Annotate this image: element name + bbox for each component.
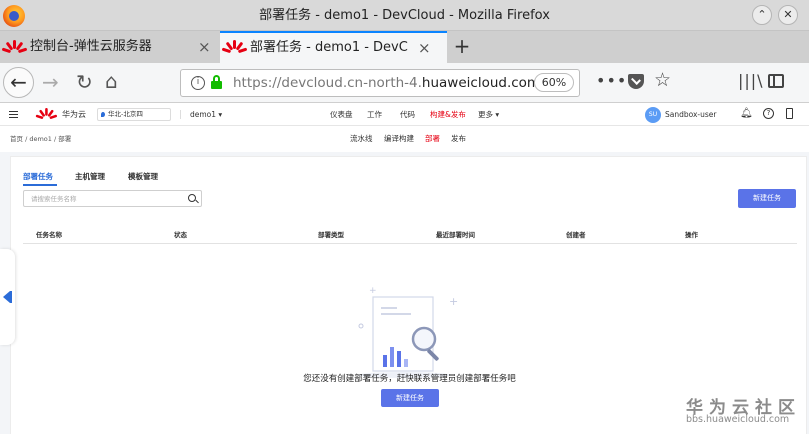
column-task-name[interactable]: 任务名称 — [36, 227, 62, 244]
huawei-cloud-logo[interactable] — [35, 107, 58, 123]
huawei-logo-icon — [221, 40, 248, 54]
firefox-window: 部署任务 - demo1 - DevCloud - Mozilla Firefo… — [0, 0, 809, 434]
bookmark-star-icon[interactable]: ☆ — [654, 69, 671, 91]
huawei-logo-icon — [35, 108, 58, 120]
home-button[interactable]: ⌂ — [105, 69, 118, 93]
column-creator[interactable]: 创建者 — [566, 227, 586, 244]
search-box — [23, 190, 202, 207]
table-header: 任务名称 状态 部署类型 最近部署时间 创建者 操作 — [23, 227, 797, 244]
svg-text:+: + — [449, 295, 458, 308]
bell-icon[interactable]: 🔔︎ — [740, 108, 753, 120]
avatar[interactable]: SU — [645, 107, 661, 123]
tab-close-icon[interactable]: × — [198, 31, 211, 63]
column-last-deploy-time[interactable]: 最近部署时间 — [436, 227, 475, 244]
tab-label: 部署任务 - demo1 - DevCloud — [250, 40, 408, 55]
url-bar[interactable]: i https://devcloud.cn-north-4.huaweiclou… — [180, 69, 580, 97]
window-titlebar: 部署任务 - demo1 - DevCloud - Mozilla Firefo… — [0, 0, 809, 31]
back-button[interactable]: ← — [3, 67, 34, 98]
subnav-pipeline[interactable]: 流水线 — [350, 126, 373, 152]
lock-icon[interactable] — [211, 75, 222, 89]
tab-label: 控制台-弹性云服务器 — [30, 39, 152, 54]
brand-name: 华为云 — [62, 110, 86, 119]
column-actions[interactable]: 操作 — [685, 227, 698, 244]
username[interactable]: Sandbox-user — [665, 104, 717, 125]
region-selector[interactable]: 华北-北京四 — [97, 108, 171, 121]
window-title: 部署任务 - demo1 - DevCloud - Mozilla Firefo… — [259, 8, 550, 23]
nav-code[interactable]: 代码 — [400, 104, 415, 125]
maximize-icon[interactable]: ⌃ — [752, 5, 772, 25]
tab-host-management[interactable]: 主机管理 — [75, 171, 105, 182]
help-icon[interactable]: ? — [763, 108, 774, 119]
mobile-icon[interactable] — [786, 108, 793, 119]
devcloud-header: 华为云 华北-北京四 demo1 ▾ 仪表盘 工作 代码 构建&发布 更多 ▾ … — [0, 104, 809, 126]
close-window-icon[interactable]: ✕ — [778, 5, 798, 25]
reload-button[interactable]: ↻ — [76, 70, 93, 94]
column-deploy-type[interactable]: 部署类型 — [318, 227, 344, 244]
empty-state-illustration-icon: + + — [358, 286, 458, 378]
nav-build-release[interactable]: 构建&发布 — [430, 104, 466, 125]
page-actions-icon[interactable]: ••• — [596, 71, 627, 90]
menu-icon[interactable] — [9, 111, 18, 118]
url-text[interactable]: https://devcloud.cn-north-4.huaweicloud.… — [233, 70, 540, 96]
subnav-release[interactable]: 发布 — [451, 126, 466, 152]
project-selector[interactable]: demo1 ▾ — [190, 104, 222, 125]
header-divider — [180, 110, 181, 119]
new-task-button[interactable]: 新建任务 — [738, 189, 796, 208]
tab-ecs-console[interactable]: 控制台-弹性云服务器 × — [0, 31, 220, 63]
column-status[interactable]: 状态 — [174, 227, 187, 244]
library-icon[interactable]: |||\ — [738, 71, 764, 90]
sidebar-icon[interactable] — [768, 74, 784, 88]
empty-state-message: 您还没有创建部署任务，赶快联系管理员创建部署任务吧 — [303, 374, 516, 384]
active-tab-underline — [23, 184, 57, 186]
tab-deploy-task[interactable]: 部署任务 - demo1 - DevCloud × — [220, 31, 447, 63]
tab-deploy-tasks[interactable]: 部署任务 — [23, 171, 53, 182]
search-input[interactable] — [24, 191, 184, 206]
navigation-toolbar: ← → ↻ ⌂ i https://devcloud.cn-north-4.hu… — [0, 63, 809, 103]
forward-button[interactable]: → — [42, 70, 59, 94]
subnav-build[interactable]: 编译构建 — [384, 126, 414, 152]
zoom-level[interactable]: 60% — [534, 73, 574, 92]
page-viewport: 华为云 华北-北京四 demo1 ▾ 仪表盘 工作 代码 构建&发布 更多 ▾ … — [0, 104, 809, 434]
svg-text:+: + — [369, 286, 377, 296]
sub-header: 首页 / demo1 / 部署 流水线 编译构建 部署 发布 — [0, 126, 809, 152]
info-icon[interactable]: i — [191, 76, 205, 90]
empty-new-task-button[interactable]: 新建任务 — [381, 389, 439, 407]
huawei-logo-icon — [1, 40, 28, 54]
pocket-icon[interactable] — [628, 74, 644, 89]
search-icon[interactable] — [188, 194, 196, 202]
subnav-deploy[interactable]: 部署 — [425, 126, 440, 152]
tab-close-icon[interactable]: × — [418, 33, 431, 63]
nav-work[interactable]: 工作 — [367, 104, 382, 125]
nav-dashboard[interactable]: 仪表盘 — [330, 104, 353, 125]
watermark-subtitle: bbs.huaweicloud.com — [686, 414, 790, 425]
side-panel-toggle-icon[interactable] — [0, 249, 15, 345]
breadcrumb[interactable]: 首页 / demo1 / 部署 — [10, 126, 71, 152]
new-tab-button[interactable]: + — [452, 31, 472, 63]
tab-bar: 控制台-弹性云服务器 × 部署任务 - demo1 - DevCloud × + — [0, 31, 809, 63]
nav-more[interactable]: 更多 ▾ — [478, 104, 499, 125]
tab-template-management[interactable]: 模板管理 — [128, 171, 158, 182]
